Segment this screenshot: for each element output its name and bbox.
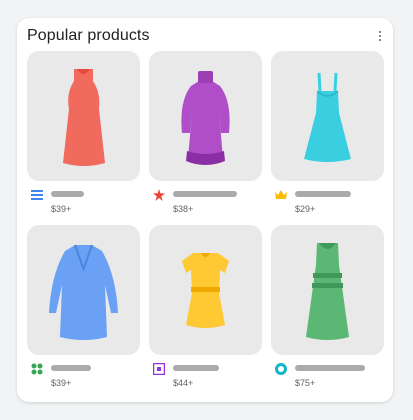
product-card[interactable]: $75+ bbox=[271, 225, 384, 395]
product-name-placeholder bbox=[173, 191, 237, 197]
product-card[interactable]: $29+ bbox=[271, 51, 384, 221]
green-dots-logo-icon bbox=[31, 363, 43, 375]
product-name-placeholder bbox=[295, 365, 365, 371]
product-image[interactable] bbox=[149, 225, 262, 355]
blue-lines-logo-icon bbox=[31, 190, 43, 200]
product-image[interactable] bbox=[149, 51, 262, 181]
popular-products-card: Popular products $39+ $38+ $29+ $39+ $44… bbox=[17, 18, 393, 402]
product-price: $39+ bbox=[51, 204, 72, 214]
more-options-icon[interactable] bbox=[376, 29, 384, 43]
product-image[interactable] bbox=[27, 51, 140, 181]
product-price: $75+ bbox=[295, 378, 316, 388]
purple-square-logo-icon bbox=[153, 363, 165, 375]
product-card[interactable]: $39+ bbox=[27, 51, 140, 221]
product-image[interactable] bbox=[271, 51, 384, 181]
product-price: $29+ bbox=[295, 204, 316, 214]
product-price: $44+ bbox=[173, 378, 194, 388]
product-image[interactable] bbox=[271, 225, 384, 355]
product-price: $38+ bbox=[173, 204, 194, 214]
blue-dress-image bbox=[49, 244, 118, 340]
product-name-placeholder bbox=[51, 365, 91, 371]
purple-dress-image bbox=[181, 71, 230, 165]
product-image[interactable] bbox=[27, 225, 140, 355]
product-name-placeholder bbox=[295, 191, 351, 197]
teal-ring-logo-icon bbox=[275, 363, 287, 375]
red-dress-image bbox=[63, 69, 105, 166]
red-flower-logo-icon bbox=[153, 189, 165, 201]
product-card[interactable]: $44+ bbox=[149, 225, 262, 395]
product-price: $39+ bbox=[51, 378, 72, 388]
yellow-dress-image bbox=[182, 253, 229, 328]
product-name-placeholder bbox=[173, 365, 219, 371]
cyan-dress-image bbox=[304, 72, 351, 162]
product-card[interactable]: $39+ bbox=[27, 225, 140, 395]
green-dress-image bbox=[306, 243, 349, 340]
yellow-crown-logo-icon bbox=[275, 190, 287, 199]
section-title: Popular products bbox=[27, 27, 150, 44]
product-name-placeholder bbox=[51, 191, 84, 197]
product-card[interactable]: $38+ bbox=[149, 51, 262, 221]
